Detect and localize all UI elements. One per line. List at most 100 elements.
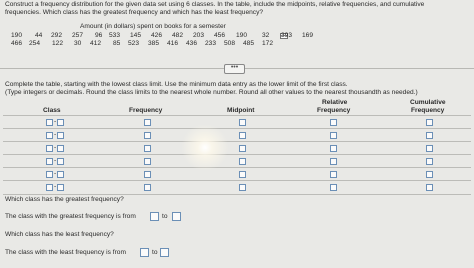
midpoint-input[interactable] [239, 145, 246, 152]
midpoint-input[interactable] [239, 184, 246, 191]
class-lower-input[interactable] [46, 119, 53, 126]
expand-button[interactable]: ••• [224, 64, 245, 74]
header-midpoint: Midpoint [227, 107, 255, 114]
data-value: 172 [262, 40, 274, 47]
midpoint-input[interactable] [239, 132, 246, 139]
class-lower-input[interactable] [46, 158, 53, 165]
data-value: 393 [281, 32, 293, 39]
header-frequency: Frequency [129, 107, 163, 114]
question-least: Which class has the least frequency? [5, 231, 114, 238]
dash: - [54, 144, 57, 151]
relative-frequency-input[interactable] [330, 158, 337, 165]
data-value: 533 [109, 32, 121, 39]
class-lower-input[interactable] [46, 132, 53, 139]
dash: - [54, 131, 57, 138]
dash: - [54, 157, 57, 164]
task-line-2: (Type integers or decimals. Round the cl… [5, 89, 418, 96]
data-value: 30 [74, 40, 82, 47]
task-line-1: Complete the table, starting with the lo… [5, 81, 348, 88]
data-value: 190 [11, 32, 23, 39]
table-row: - [3, 115, 471, 129]
midpoint-input[interactable] [239, 171, 246, 178]
cumulative-frequency-input[interactable] [426, 171, 433, 178]
dash: - [54, 183, 57, 190]
data-value: 436 [186, 40, 198, 47]
class-upper-input[interactable] [57, 119, 64, 126]
class-upper-input[interactable] [57, 145, 64, 152]
greatest-upper-input[interactable] [172, 212, 181, 221]
cumulative-frequency-input[interactable] [426, 184, 433, 191]
data-value: 482 [172, 32, 184, 39]
least-upper-input[interactable] [160, 248, 169, 257]
dash: - [54, 118, 57, 125]
instructions-line-2: frequencies. Which class has the greates… [5, 9, 264, 16]
table-row: - [3, 180, 471, 195]
data-value: 32 [262, 32, 270, 39]
data-value: 145 [130, 32, 142, 39]
data-value: 85 [113, 40, 121, 47]
relative-frequency-input[interactable] [330, 145, 337, 152]
class-upper-input[interactable] [57, 132, 64, 139]
frequency-input[interactable] [144, 132, 151, 139]
header-cumulative-top: Cumulative [410, 99, 446, 106]
to-label: to [162, 213, 168, 220]
data-value: 257 [72, 32, 84, 39]
data-value: 456 [214, 32, 226, 39]
data-value: 254 [29, 40, 41, 47]
class-upper-input[interactable] [57, 158, 64, 165]
data-value: 122 [52, 40, 64, 47]
midpoint-input[interactable] [239, 119, 246, 126]
data-value: 169 [302, 32, 314, 39]
frequency-input[interactable] [144, 119, 151, 126]
data-value: 412 [90, 40, 102, 47]
class-upper-input[interactable] [57, 171, 64, 178]
data-value: 508 [224, 40, 236, 47]
class-lower-input[interactable] [46, 184, 53, 191]
instructions-line-1: Construct a frequency distribution for t… [5, 1, 425, 8]
class-lower-input[interactable] [46, 171, 53, 178]
answer-least-text: The class with the least frequency is fr… [5, 249, 126, 256]
relative-frequency-input[interactable] [330, 132, 337, 139]
question-greatest: Which class has the greatest frequency? [5, 196, 124, 203]
cumulative-frequency-input[interactable] [426, 119, 433, 126]
cumulative-frequency-input[interactable] [426, 132, 433, 139]
midpoint-input[interactable] [239, 158, 246, 165]
table-row: - [3, 141, 471, 155]
greatest-lower-input[interactable] [150, 212, 159, 221]
cumulative-frequency-input[interactable] [426, 158, 433, 165]
answer-greatest-text: The class with the greatest frequency is… [5, 213, 136, 220]
data-caption: Amount (in dollars) spent on books for a… [80, 23, 226, 30]
data-value: 426 [151, 32, 163, 39]
data-value: 96 [95, 32, 103, 39]
relative-frequency-input[interactable] [330, 119, 337, 126]
frequency-input[interactable] [144, 145, 151, 152]
data-value: 44 [35, 32, 43, 39]
frequency-input[interactable] [144, 184, 151, 191]
relative-frequency-input[interactable] [330, 184, 337, 191]
to-label: to [152, 249, 158, 256]
data-value: 466 [11, 40, 23, 47]
dash: - [54, 170, 57, 177]
class-upper-input[interactable] [57, 184, 64, 191]
header-relative-top: Relative [322, 99, 348, 106]
frequency-input[interactable] [144, 171, 151, 178]
frequency-input[interactable] [144, 158, 151, 165]
table-row: - [3, 154, 471, 168]
data-value: 292 [51, 32, 63, 39]
data-value: 203 [193, 32, 205, 39]
data-value: 190 [236, 32, 248, 39]
data-value: 385 [148, 40, 160, 47]
table-row: - [3, 128, 471, 142]
least-lower-input[interactable] [140, 248, 149, 257]
cumulative-frequency-input[interactable] [426, 145, 433, 152]
relative-frequency-input[interactable] [330, 171, 337, 178]
data-value: 485 [243, 40, 255, 47]
data-value: 233 [205, 40, 217, 47]
header-class: Class [43, 107, 61, 114]
data-value: 416 [167, 40, 179, 47]
header-cumulative-bottom: Frequency [411, 107, 445, 114]
class-lower-input[interactable] [46, 145, 53, 152]
data-value: 523 [128, 40, 140, 47]
header-relative-bottom: Frequency [317, 107, 351, 114]
table-row: - [3, 167, 471, 181]
